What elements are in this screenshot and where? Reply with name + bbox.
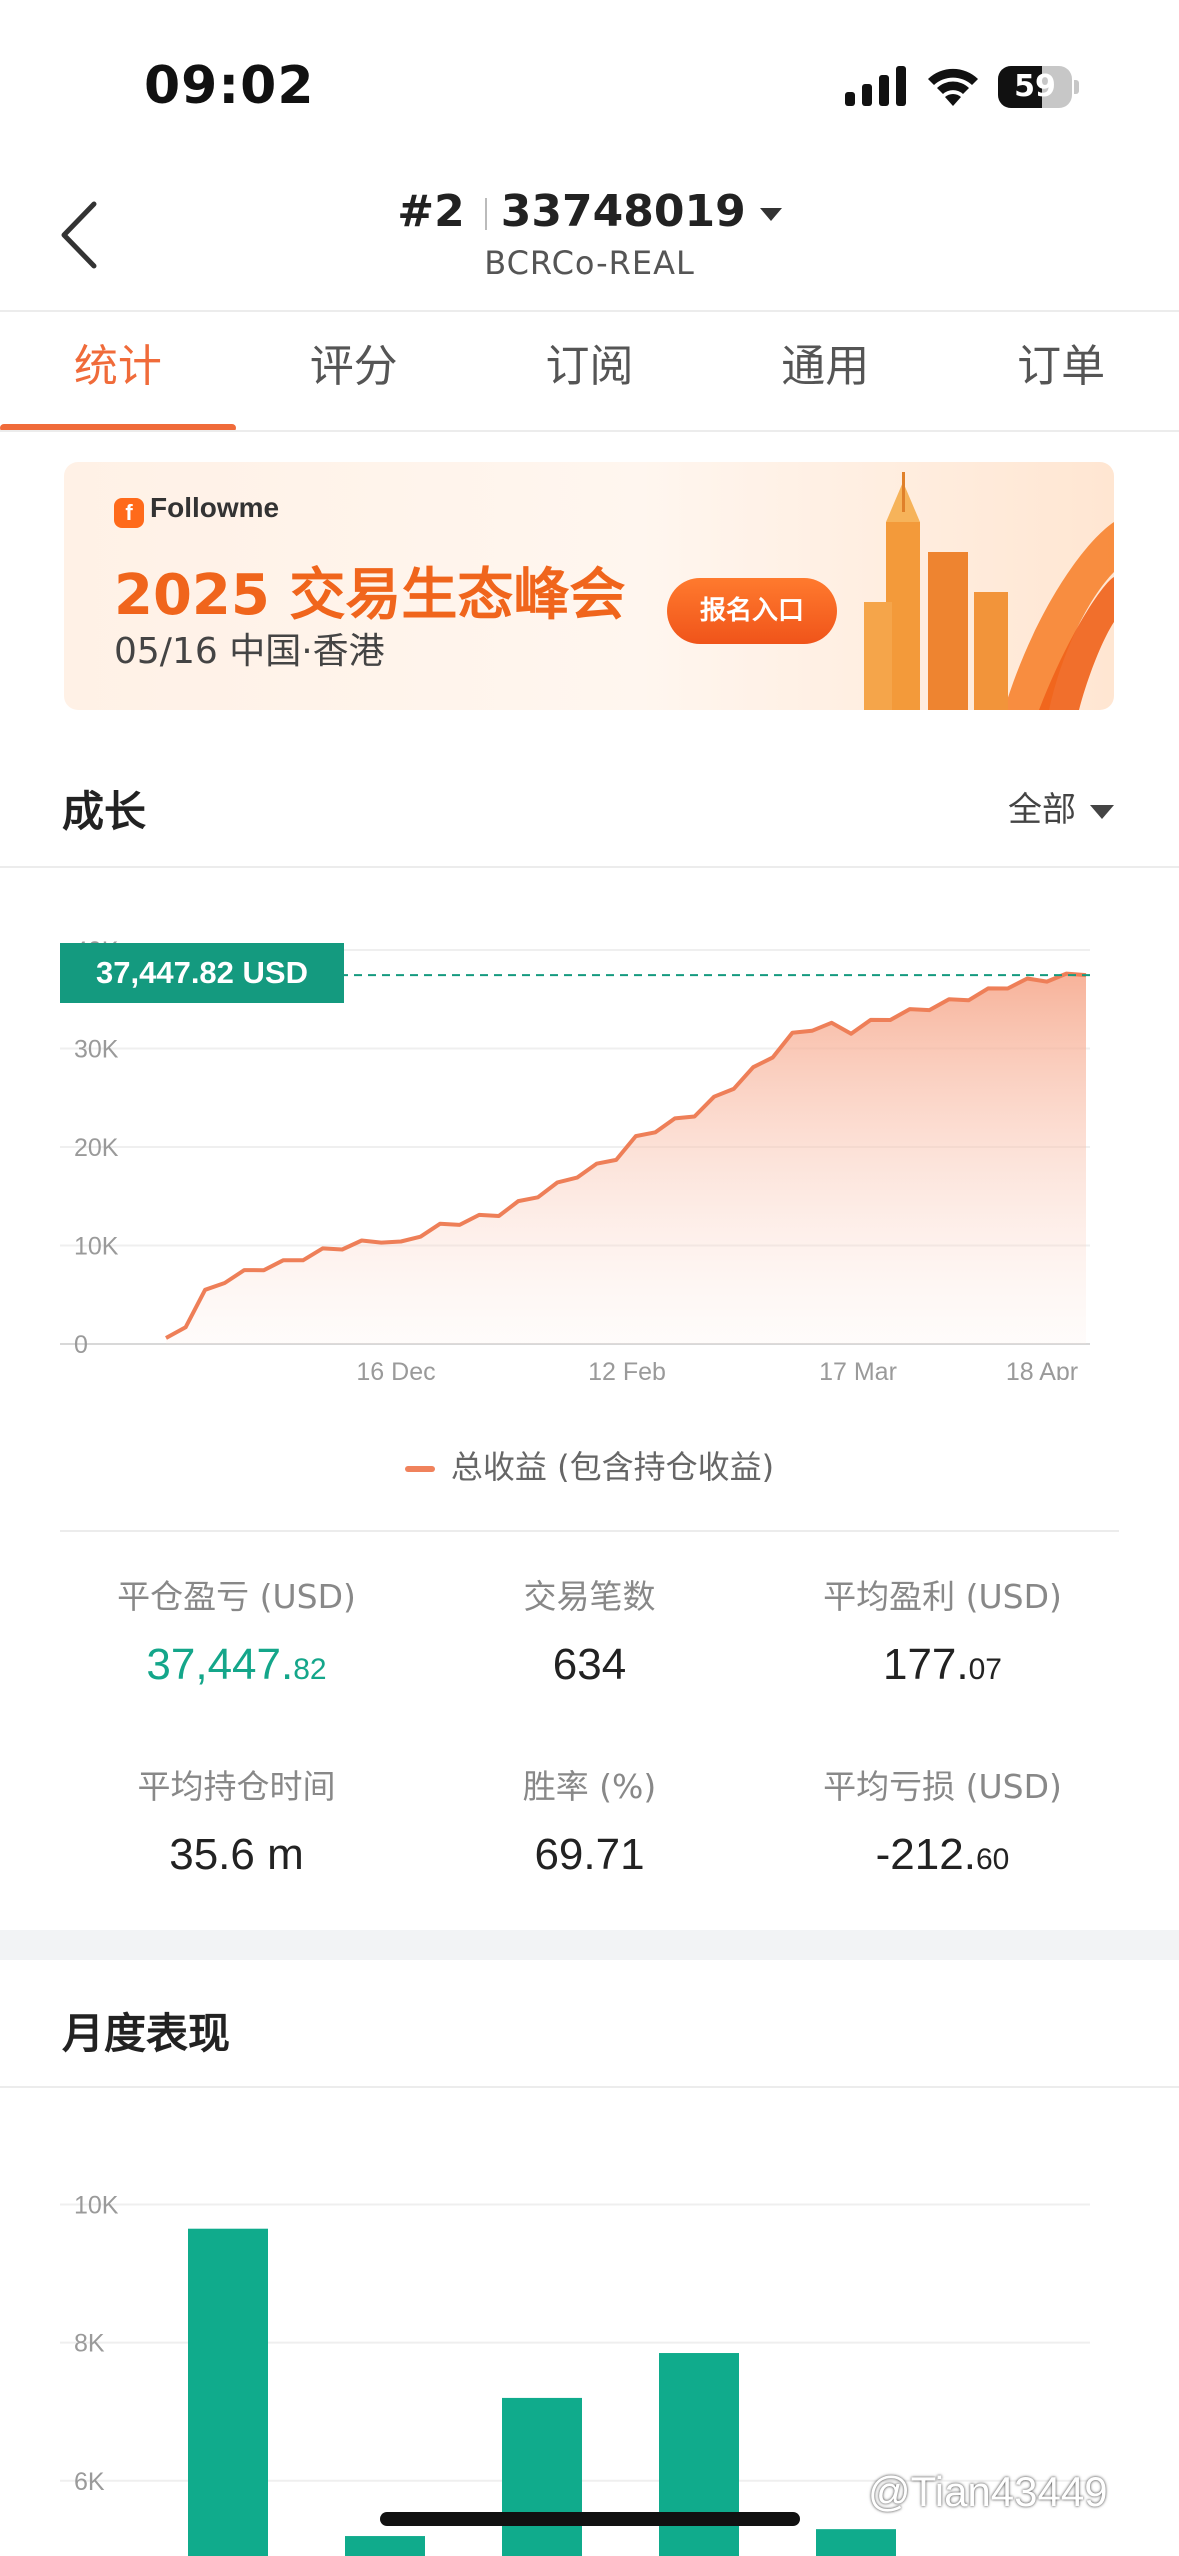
tabs-divider [0, 430, 1179, 432]
stat-value: -212.60 [746, 1830, 1139, 1880]
battery-icon: 59 [998, 66, 1080, 108]
tab-1[interactable]: 评分 [236, 312, 472, 432]
legend-swatch [404, 1466, 435, 1472]
stat-value-dec: 60 [975, 1843, 1010, 1876]
stat-label: 平均持仓时间 [137, 1767, 336, 1806]
y-tick-label: 10K [74, 2192, 119, 2220]
stat-label: 交易笔数 [523, 1577, 656, 1616]
stat-value: 35.6 m [40, 1830, 433, 1880]
monthly-divider [0, 2086, 1179, 2088]
tab-3[interactable]: 通用 [707, 312, 943, 432]
followme-logo-icon: f [114, 498, 144, 528]
stat-value: 634 [393, 1640, 786, 1690]
y-tick-label: 8K [74, 2330, 105, 2358]
current-value-tag: 37,447.82 USD [60, 943, 344, 1003]
stat-value: 177.07 [746, 1640, 1139, 1690]
stat-value-int: 37,447. [146, 1640, 294, 1689]
growth-title: 成长 [62, 787, 147, 836]
stat-value-int: 177. [882, 1640, 969, 1689]
account-number: 33748019 [500, 186, 746, 237]
account-selector[interactable]: #2 33748019 [0, 186, 1179, 237]
monthly-bar [188, 2228, 268, 2556]
banner-register-button[interactable]: 报名入口 [667, 578, 837, 644]
y-tick-label: 30K [74, 1036, 119, 1064]
stat-label: 平均盈利 (USD) [823, 1577, 1062, 1616]
stat-label: 平仓盈亏 (USD) [117, 1577, 356, 1616]
stat-value-int: -212. [875, 1830, 976, 1879]
range-dropdown[interactable]: 全部 [1008, 782, 1114, 831]
tab-4[interactable]: 订单 [943, 312, 1179, 432]
tab-0[interactable]: 统计 [0, 312, 236, 432]
stat-label: 胜率 (%) [522, 1767, 657, 1806]
stat-trade-count: 交易笔数 634 [393, 1570, 786, 1690]
cellular-signal-icon [845, 66, 906, 106]
y-tick-label: 0 [74, 1331, 88, 1359]
stat-value-int: 634 [552, 1640, 627, 1689]
x-tick-label: 18 Apr [1006, 1358, 1078, 1380]
tab-bar: 统计 评分 订阅 通用 订单 [0, 312, 1179, 432]
banner-brand: Followme [150, 492, 280, 523]
account-server: BCRCo-REAL [484, 244, 695, 282]
legend-divider [60, 1530, 1119, 1532]
battery-percent: 59 [1014, 69, 1056, 104]
title-separator [484, 198, 487, 230]
status-bar: 09:02 59 [0, 0, 1179, 170]
banner-headline: 2025 交易生态峰会 [114, 563, 626, 628]
stat-value-int: 35.6 m [169, 1830, 304, 1879]
chevron-down-icon [1090, 804, 1114, 819]
stat-win-rate: 胜率 (%) 69.71 [393, 1760, 786, 1880]
y-tick-label: 10K [74, 1233, 119, 1261]
growth-area-fill [166, 973, 1086, 1344]
stat-closed-pnl: 平仓盈亏 (USD) 37,447.82 [40, 1570, 433, 1690]
stat-avg-loss: 平均亏损 (USD) -212.60 [746, 1760, 1139, 1880]
stat-value: 37,447.82 [40, 1640, 433, 1690]
skyline-illustration [864, 472, 1114, 710]
growth-legend[interactable]: 总收益 (包含持仓收益) [0, 1442, 1179, 1488]
wifi-icon [928, 68, 978, 106]
stat-avg-profit: 平均盈利 (USD) 177.07 [746, 1570, 1139, 1690]
watermark: @Tian43449 [868, 2468, 1108, 2515]
stat-avg-hold-time: 平均持仓时间 35.6 m [40, 1760, 433, 1880]
chevron-down-icon [759, 207, 782, 221]
monthly-title: 月度表现 [62, 2009, 231, 2058]
banner-subline: 05/16 中国·香港 [114, 631, 385, 672]
stat-value-dec: 07 [968, 1653, 1002, 1686]
stat-value-dec: 82 [293, 1653, 327, 1686]
x-tick-label: 12 Feb [588, 1358, 666, 1380]
followme-logo: f Followme [114, 492, 279, 528]
clock: 09:02 [144, 56, 315, 116]
stat-value-int: 69.71 [534, 1830, 645, 1879]
stat-value: 69.71 [393, 1830, 786, 1880]
home-indicator[interactable] [380, 2512, 800, 2526]
promo-banner[interactable]: f Followme 2025 交易生态峰会 05/16 中国·香港 报名入口 [64, 462, 1114, 710]
y-tick-label: 20K [74, 1134, 119, 1162]
legend-label: 总收益 (包含持仓收益) [450, 1448, 775, 1486]
x-tick-label: 16 Dec [356, 1358, 435, 1380]
tab-2[interactable]: 订阅 [472, 312, 708, 432]
monthly-bar [502, 2397, 582, 2556]
y-tick-label: 6K [74, 2468, 105, 2496]
x-tick-label: 17 Mar [819, 1358, 897, 1380]
section-separator [0, 1930, 1179, 1960]
stat-label: 平均亏损 (USD) [823, 1767, 1062, 1806]
monthly-bar [345, 2536, 425, 2556]
growth-divider [0, 866, 1179, 868]
account-rank: #2 [397, 186, 465, 237]
range-value: 全部 [1008, 790, 1076, 830]
monthly-bar [816, 2529, 896, 2556]
